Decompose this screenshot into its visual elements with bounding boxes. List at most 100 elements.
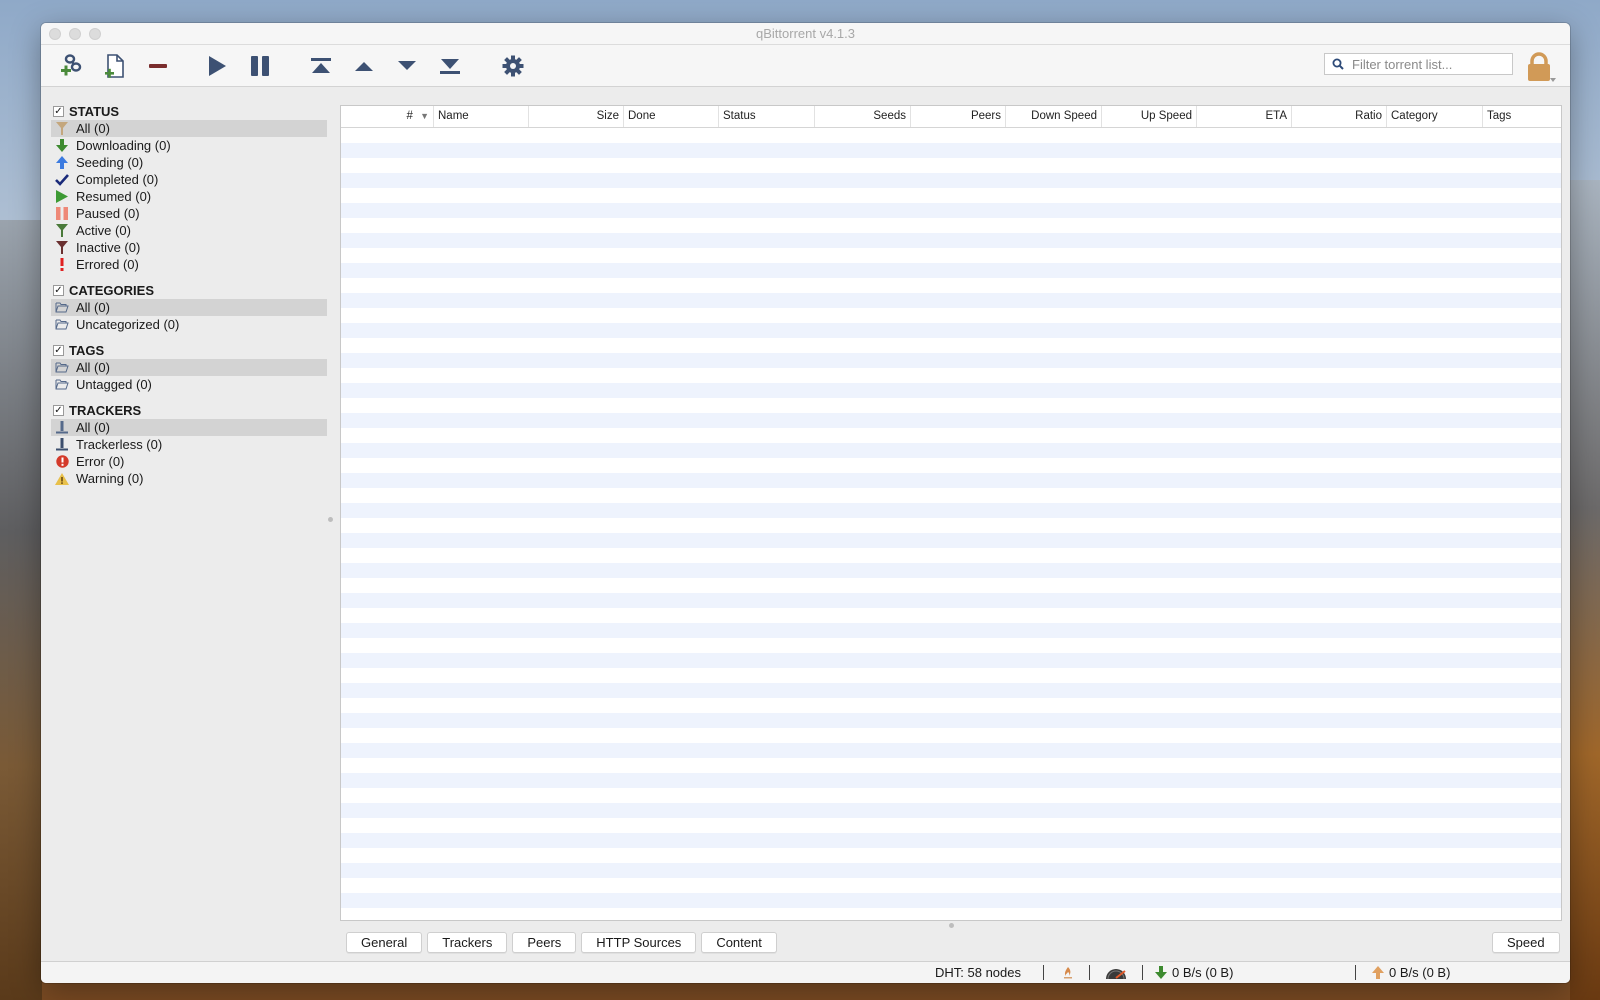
sidebar-splitter-handle[interactable] [328, 517, 333, 522]
status-filter-active[interactable]: Active (0) [51, 222, 327, 239]
tracker-filter-all[interactable]: All (0) [51, 419, 327, 436]
status-filter-label: Errored (0) [76, 257, 139, 272]
speed-tab-button[interactable]: Speed [1492, 932, 1560, 953]
category-filter-all[interactable]: All (0) [51, 299, 327, 316]
zoom-window-button[interactable] [89, 28, 101, 40]
gear-icon [502, 55, 524, 77]
add-torrent-file-button[interactable] [99, 51, 131, 81]
status-filter-label: All (0) [76, 121, 110, 136]
move-bottom-button[interactable] [434, 51, 466, 81]
exclamation-icon [54, 258, 70, 272]
search-icon [1332, 58, 1344, 70]
trackers-section-checkbox[interactable]: ✓ [53, 405, 64, 416]
window-title: qBittorrent v4.1.3 [756, 26, 855, 41]
sort-descending-icon: ▼ [420, 111, 429, 121]
status-filter-label: Active (0) [76, 223, 131, 238]
table-body-empty[interactable] [341, 128, 1561, 920]
status-filter-label: Paused (0) [76, 206, 140, 221]
tab-content[interactable]: Content [701, 932, 777, 953]
status-filter-completed[interactable]: Completed (0) [51, 171, 327, 188]
category-filter-uncategorized[interactable]: Uncategorized (0) [51, 316, 327, 333]
status-filter-downloading[interactable]: Downloading (0) [51, 137, 327, 154]
tracker-filter-trackerless[interactable]: Trackerless (0) [51, 436, 327, 453]
status-filter-inactive[interactable]: Inactive (0) [51, 239, 327, 256]
status-section-checkbox[interactable]: ✓ [53, 106, 64, 117]
status-filter-errored[interactable]: Errored (0) [51, 256, 327, 273]
column-header-done[interactable]: Done [624, 106, 719, 127]
move-bottom-icon [440, 59, 460, 74]
move-top-button[interactable] [305, 51, 337, 81]
download-speed-value: 0 B/s (0 B) [1172, 965, 1234, 980]
connection-status-button[interactable] [1063, 962, 1073, 983]
column-header-seeds[interactable]: Seeds [815, 106, 911, 127]
desktop-background-left [0, 220, 42, 1000]
status-filter-resumed[interactable]: Resumed (0) [51, 188, 327, 205]
checkmark-icon [54, 173, 70, 187]
filter-search-box[interactable] [1324, 53, 1513, 75]
move-down-button[interactable] [391, 51, 423, 81]
trackers-section: ✓ TRACKERS All (0) Trackerless (0) Error… [51, 402, 327, 487]
status-section-header[interactable]: ✓ STATUS [51, 103, 327, 120]
column-header-ratio[interactable]: Ratio [1292, 106, 1387, 127]
add-torrent-link-button[interactable] [56, 51, 88, 81]
column-header-name[interactable]: Name [434, 106, 529, 127]
status-separator [1142, 965, 1143, 980]
delete-button[interactable] [142, 51, 174, 81]
status-filter-seeding[interactable]: Seeding (0) [51, 154, 327, 171]
lock-ui-button[interactable] [1523, 51, 1557, 83]
tab-peers[interactable]: Peers [512, 932, 577, 953]
move-down-icon [398, 61, 416, 70]
column-header-category[interactable]: Category [1387, 106, 1483, 127]
options-button[interactable] [497, 51, 529, 81]
status-filter-all[interactable]: All (0) [51, 120, 327, 137]
filter-torrent-input[interactable] [1350, 55, 1504, 73]
alternative-speed-limits-button[interactable] [1104, 962, 1128, 983]
desktop-background-right [1570, 180, 1600, 1000]
resume-button[interactable] [201, 51, 233, 81]
column-header-eta[interactable]: ETA [1197, 106, 1292, 127]
pause-button[interactable] [244, 51, 276, 81]
status-filter-paused[interactable]: Paused (0) [51, 205, 327, 222]
tag-filter-untagged[interactable]: Untagged (0) [51, 376, 327, 393]
tracker-filter-warning[interactable]: Warning (0) [51, 470, 327, 487]
tab-trackers[interactable]: Trackers [427, 932, 508, 953]
column-header-peers[interactable]: Peers [911, 106, 1006, 127]
tags-section-header[interactable]: ✓ TAGS [51, 342, 327, 359]
dht-nodes-status: DHT: 58 nodes [935, 965, 1021, 980]
tracker-filter-error[interactable]: Error (0) [51, 453, 327, 470]
minimize-window-button[interactable] [69, 28, 81, 40]
column-header-size[interactable]: Size [529, 106, 624, 127]
column-header-up-speed[interactable]: Up Speed [1102, 106, 1197, 127]
column-header-tags[interactable]: Tags [1483, 106, 1561, 127]
app-window: qBittorrent v4.1.3 Filter torrent list..… [41, 23, 1570, 983]
column-header-down-speed[interactable]: Down Speed [1006, 106, 1102, 127]
torrent-list-table[interactable]: # ▼ Name Size Done Status Seeds Peers Do… [340, 105, 1562, 921]
column-header-label: ETA [1265, 110, 1287, 122]
column-header-label: Status [723, 110, 756, 122]
firewall-icon [1064, 966, 1072, 978]
column-header-queue[interactable]: # ▼ [341, 106, 434, 127]
warning-icon [54, 472, 70, 486]
properties-splitter-handle[interactable] [949, 923, 954, 928]
trackers-section-header[interactable]: ✓ TRACKERS [51, 402, 327, 419]
pause-icon [251, 56, 269, 76]
filter-sidebar: ✓ STATUS All (0) Downloading (0) Seeding… [51, 103, 327, 496]
move-up-icon [355, 62, 373, 71]
play-icon [54, 190, 70, 204]
column-header-label: # [406, 110, 413, 122]
upload-speed-value: 0 B/s (0 B) [1389, 965, 1451, 980]
close-window-button[interactable] [49, 28, 61, 40]
column-header-status[interactable]: Status [719, 106, 815, 127]
tab-http-sources[interactable]: HTTP Sources [581, 932, 697, 953]
status-separator [1355, 965, 1356, 980]
column-header-label: Name [438, 110, 469, 122]
download-speed-status[interactable]: 0 B/s (0 B) [1155, 962, 1233, 983]
categories-section-header[interactable]: ✓ CATEGORIES [51, 282, 327, 299]
categories-section-checkbox[interactable]: ✓ [53, 285, 64, 296]
upload-speed-status[interactable]: 0 B/s (0 B) [1372, 962, 1450, 983]
status-filter-label: Completed (0) [76, 172, 159, 187]
tag-filter-all[interactable]: All (0) [51, 359, 327, 376]
tab-general[interactable]: General [346, 932, 423, 953]
move-up-button[interactable] [348, 51, 380, 81]
tags-section-checkbox[interactable]: ✓ [53, 345, 64, 356]
